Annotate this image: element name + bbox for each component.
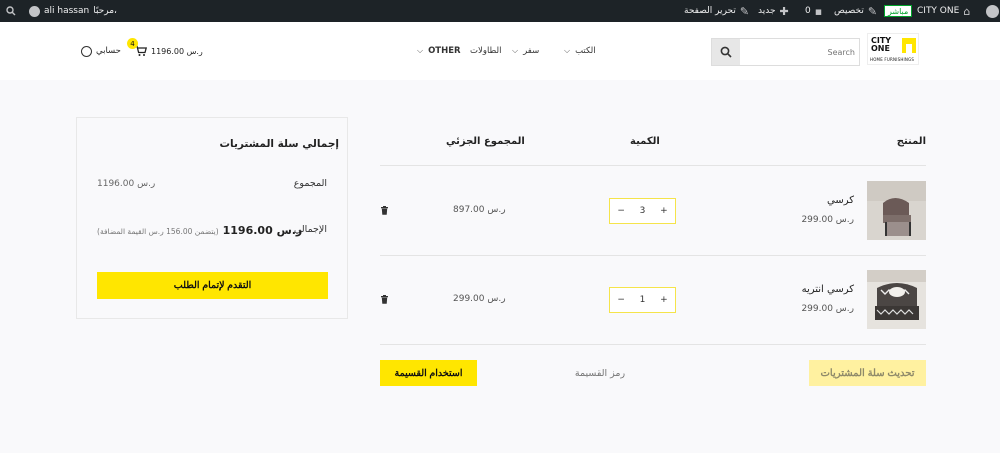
trash-icon[interactable] — [380, 295, 389, 304]
trash-icon[interactable] — [380, 206, 389, 215]
line-subtotal: 299.00 ر.س — [453, 294, 506, 304]
product-price: 299.00 ر.س — [801, 215, 854, 225]
subtotal-label: المجموع — [293, 178, 327, 189]
avatar — [29, 5, 40, 17]
cart-count-badge: 4 — [127, 38, 138, 49]
nav-item-tables[interactable]: الطاولات — [470, 44, 501, 58]
logo-house-icon — [902, 38, 916, 53]
total-value-group: (يتضمن 156.00 ر.س القيمة المضافة) 1196.0… — [97, 224, 302, 237]
comment-icon: ▪ — [814, 4, 823, 18]
product-price: 299.00 ر.س — [801, 304, 854, 314]
qty-plus-button[interactable]: + — [660, 206, 668, 216]
total-value: 1196.00 ر.س — [222, 224, 303, 237]
coupon-input[interactable] — [530, 363, 670, 383]
qty-minus-button[interactable]: − — [617, 206, 625, 216]
column-header-quantity: الكمية — [630, 136, 660, 147]
logo-line2: ONE — [871, 44, 890, 53]
column-header-subtotal: المجموع الجزئي — [446, 136, 525, 147]
logo-subtitle: HOME FURNISHINGS — [870, 57, 915, 62]
account-label: حسابي — [96, 46, 121, 56]
site-header: CITYONE HOME FURNISHINGS ⌵ الكتب ⌵ سفر ا… — [0, 22, 1000, 80]
admin-edit-page-link[interactable]: تحرير الصفحة ✎ — [684, 0, 749, 22]
admin-site-name[interactable]: CITY ONE ⌂ — [917, 0, 970, 22]
qty-minus-button[interactable]: − — [617, 295, 625, 305]
admin-comments-link[interactable]: 0 ▪ — [805, 0, 822, 22]
new-label: جديد — [758, 6, 776, 16]
qty-value[interactable]: 1 — [640, 295, 646, 305]
quantity-stepper: − 1 + — [609, 287, 676, 313]
chevron-down-icon: ⌵ — [417, 46, 424, 55]
user-icon — [81, 45, 92, 57]
nav-label: سفر — [523, 46, 540, 56]
account-link[interactable]: حسابي — [81, 43, 121, 59]
product-name-link[interactable]: كرسي — [827, 195, 854, 206]
pencil-icon: ✎ — [739, 4, 750, 18]
product-name-link[interactable]: كرسي انتريه — [802, 284, 854, 295]
wordpress-logo-icon[interactable] — [986, 0, 999, 22]
nav-item-books[interactable]: ⌵ الكتب — [564, 44, 596, 58]
nav-item-travel[interactable]: ⌵ سفر — [512, 44, 539, 58]
product-image[interactable] — [867, 181, 926, 240]
chevron-down-icon: ⌵ — [564, 46, 571, 55]
cart-totals-title: إجمالي سلة المشتريات — [219, 138, 339, 150]
table-divider — [380, 255, 926, 256]
home-icon: ⌂ — [963, 4, 971, 18]
search-button[interactable] — [712, 39, 740, 65]
update-cart-button[interactable]: تحديث سلة المشتريات — [809, 360, 926, 386]
customize-label: تخصيص — [834, 6, 864, 16]
admin-new-link[interactable]: جديد ✚ — [758, 0, 789, 22]
admin-customize-link[interactable]: تخصيص ✎ — [834, 0, 877, 22]
cart-total: 1196.00 ر.س — [151, 46, 203, 56]
header-cart[interactable]: 1196.00 ر.س — [134, 42, 203, 60]
paintbrush-icon: ✎ — [867, 4, 878, 18]
admin-user-menu[interactable]: ali hassan مرحبًا، — [29, 0, 117, 22]
apply-coupon-button[interactable]: استخدام القسيمة — [380, 360, 477, 386]
cart-totals-box: إجمالي سلة المشتريات المجموع 1196.00 ر.س… — [76, 117, 348, 319]
admin-bar: CITY ONE ⌂ مباشر تخصيص ✎ 0 ▪ جديد ✚ تحري… — [0, 0, 1000, 22]
table-divider — [380, 165, 926, 166]
nav-item-other[interactable]: ⌵ OTHER — [417, 44, 461, 58]
search-form — [711, 38, 860, 66]
user-name: ali hassan — [44, 6, 90, 16]
proceed-to-checkout-button[interactable]: التقدم لإتمام الطلب — [97, 272, 328, 299]
live-badge-label: مباشر — [884, 5, 913, 17]
column-header-product: المنتج — [896, 136, 926, 147]
search-input[interactable] — [740, 39, 859, 65]
nav-label: الكتب — [575, 46, 596, 56]
site-logo[interactable]: CITY ONE HOME FURNISHINGS — [867, 33, 919, 65]
site-name-label: CITY ONE — [917, 6, 960, 16]
qty-value[interactable]: 3 — [640, 206, 646, 216]
nav-label: الطاولات — [470, 46, 502, 56]
qty-plus-button[interactable]: + — [660, 295, 668, 305]
product-image[interactable] — [867, 270, 926, 329]
line-subtotal: 897.00 ر.س — [453, 205, 506, 215]
search-icon[interactable] — [6, 0, 16, 22]
quantity-stepper: − 3 + — [609, 198, 676, 224]
live-badge: مباشر — [884, 0, 913, 22]
search-icon — [720, 46, 732, 58]
edit-page-label: تحرير الصفحة — [684, 6, 736, 16]
tax-note: (يتضمن 156.00 ر.س القيمة المضافة) — [97, 227, 219, 236]
greeting-label: مرحبًا، — [93, 6, 117, 16]
comments-count: 0 — [805, 6, 811, 16]
plus-icon: ✚ — [779, 4, 789, 18]
subtotal-value: 1196.00 ر.س — [97, 179, 156, 189]
table-divider — [380, 344, 926, 345]
nav-label: OTHER — [428, 46, 461, 56]
chevron-down-icon: ⌵ — [512, 46, 519, 55]
